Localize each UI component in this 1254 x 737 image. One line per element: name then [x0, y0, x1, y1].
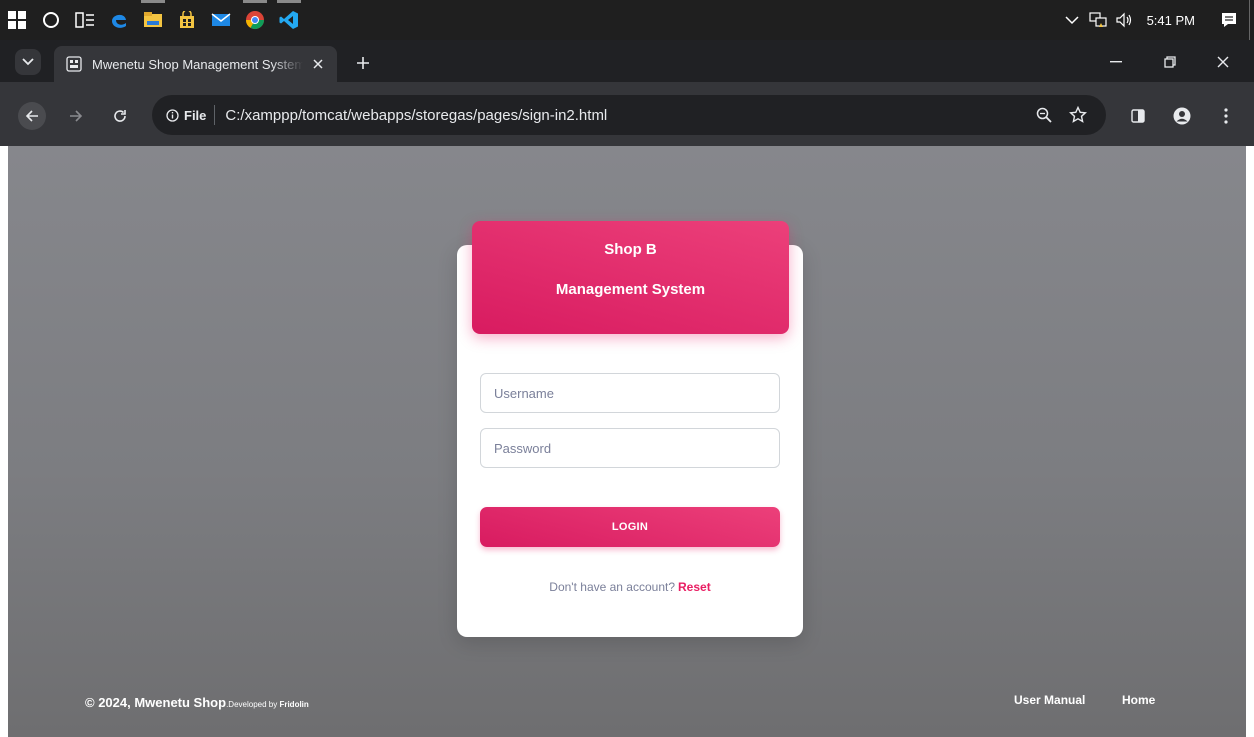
forward-button[interactable]: [62, 102, 90, 130]
plus-icon: [357, 57, 369, 69]
back-button[interactable]: [18, 102, 46, 130]
page-favicon-icon: [66, 56, 82, 72]
home-link[interactable]: Home: [1122, 693, 1155, 707]
site-info-chip[interactable]: File: [166, 105, 216, 125]
cortana-icon[interactable]: [34, 0, 68, 40]
reload-button[interactable]: [106, 102, 134, 130]
kebab-menu-icon: [1224, 108, 1228, 124]
show-desktop-button[interactable]: [1249, 0, 1254, 40]
copyright-text: © 2024, Mwenetu Shop: [85, 695, 227, 710]
side-panel-icon: [1131, 109, 1145, 123]
developed-by-text: .Developed by Fridolin: [226, 700, 309, 709]
login-card-header: Shop B Management System: [472, 221, 789, 334]
login-button[interactable]: LOGIN: [480, 507, 780, 547]
bookmark-star-icon[interactable]: [1064, 101, 1092, 129]
signup-text: Don't have an account?: [549, 580, 676, 594]
zoom-icon[interactable]: [1030, 101, 1058, 129]
shop-name-heading: Shop B: [604, 241, 657, 258]
reset-link[interactable]: Reset: [678, 580, 711, 594]
task-view-icon[interactable]: [68, 0, 102, 40]
vscode-icon[interactable]: [272, 0, 306, 40]
network-icon[interactable]: [1085, 0, 1111, 40]
new-tab-button[interactable]: [352, 52, 374, 74]
minimize-button[interactable]: [1093, 48, 1139, 76]
minimize-icon: [1110, 61, 1122, 63]
user-manual-link[interactable]: User Manual: [1014, 693, 1085, 707]
mail-icon[interactable]: [204, 0, 238, 40]
edge-icon[interactable]: [102, 0, 136, 40]
arrow-left-icon: [25, 110, 38, 122]
username-input[interactable]: [480, 373, 780, 413]
site-info-label: File: [184, 107, 207, 123]
windows-start-icon[interactable]: [0, 0, 34, 40]
chrome-icon[interactable]: [238, 0, 272, 40]
file-explorer-icon[interactable]: [136, 0, 170, 40]
close-icon: [1217, 56, 1229, 68]
developed-by-prefix: .Developed by: [226, 700, 278, 709]
page-viewport: Shop B Management System LOGIN Don't hav…: [8, 146, 1246, 737]
store-icon[interactable]: [170, 0, 204, 40]
footer-copyright: © 2024, Mwenetu Shop.Developed by Fridol…: [85, 695, 309, 710]
browser-menu-button[interactable]: [1212, 102, 1240, 130]
browser-toolbar: File C:/xamppp/tomcat/webapps/storegas/p…: [0, 82, 1254, 146]
window-border-left: [0, 146, 8, 737]
url-text[interactable]: C:/xamppp/tomcat/webapps/storegas/pages/…: [225, 107, 1024, 124]
chevron-down-icon: [22, 58, 34, 66]
profile-button[interactable]: [1168, 102, 1196, 130]
reload-icon: [114, 110, 126, 122]
notification-icon[interactable]: [1209, 0, 1249, 40]
tab-title: Mwenetu Shop Management System: [92, 56, 303, 72]
signup-prompt: Don't have an account? Reset: [457, 580, 803, 594]
password-input[interactable]: [480, 428, 780, 468]
restore-icon: [1164, 56, 1176, 68]
browser-tab-strip: Mwenetu Shop Management System: [0, 40, 1254, 82]
restore-button[interactable]: [1147, 48, 1193, 76]
side-panel-button[interactable]: [1124, 102, 1152, 130]
login-card: Shop B Management System LOGIN Don't hav…: [457, 221, 803, 637]
volume-icon[interactable]: [1111, 0, 1137, 40]
developer-name[interactable]: Fridolin: [279, 700, 308, 709]
window-border-right: [1246, 146, 1254, 737]
browser-tab-active[interactable]: Mwenetu Shop Management System: [54, 46, 337, 82]
windows-taskbar: 5:41 PM: [0, 0, 1254, 40]
chevron-up-icon[interactable]: [1059, 0, 1085, 40]
address-bar[interactable]: File C:/xamppp/tomcat/webapps/storegas/p…: [152, 95, 1106, 135]
profile-avatar-icon: [1173, 107, 1191, 125]
tab-search-button[interactable]: [15, 49, 41, 75]
close-tab-icon[interactable]: [309, 55, 327, 73]
arrow-right-icon: [70, 110, 83, 122]
close-window-button[interactable]: [1201, 48, 1245, 76]
system-name-heading: Management System: [555, 281, 706, 298]
taskbar-clock[interactable]: 5:41 PM: [1147, 13, 1195, 28]
info-icon: [166, 108, 179, 122]
